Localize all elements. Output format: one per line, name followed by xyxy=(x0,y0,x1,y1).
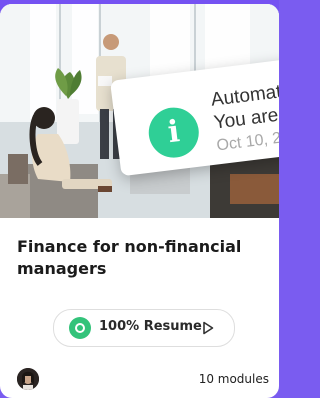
resume-label: 100% Resume xyxy=(99,319,202,334)
progress-complete-icon xyxy=(69,317,91,339)
instructor-avatar[interactable] xyxy=(17,368,39,390)
course-card[interactable]: i Automati You are r Oct 10, 2 Finance f… xyxy=(0,4,279,398)
modules-count: 10 modules xyxy=(198,372,269,386)
notification-date: Oct 10, 2 xyxy=(215,129,279,155)
resume-button[interactable]: 100% Resume xyxy=(53,309,235,347)
course-title[interactable]: Finance for non-financial managers xyxy=(17,236,267,280)
play-icon xyxy=(203,321,214,335)
info-icon: i xyxy=(145,104,202,161)
